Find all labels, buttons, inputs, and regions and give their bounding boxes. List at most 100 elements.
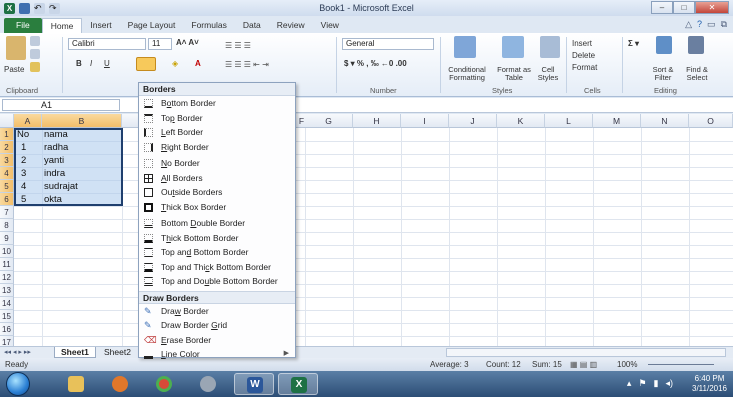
view-buttons-icon[interactable]: ▦ ▤ ▥: [570, 358, 597, 371]
tab-formulas[interactable]: Formulas: [183, 18, 234, 33]
menu-item-top-and-thick-bottom-border[interactable]: Top and Thick Bottom Border: [139, 260, 295, 275]
conditional-formatting-button[interactable]: Conditional Formatting: [444, 66, 490, 82]
font-color-icon[interactable]: A: [195, 59, 201, 68]
taskbar-app[interactable]: [188, 373, 228, 395]
accounting-format-icon[interactable]: $ ▾ % , ‰ ←0 .00: [344, 59, 407, 68]
taskbar-explorer[interactable]: [56, 373, 96, 395]
row-header[interactable]: 7: [0, 206, 14, 219]
menu-item-bottom-double-border[interactable]: Bottom Double Border: [139, 216, 295, 231]
row-header[interactable]: 12: [0, 271, 14, 284]
font-size-box[interactable]: 11: [148, 38, 172, 50]
cell-styles-icon[interactable]: [540, 36, 560, 58]
grow-font-icon[interactable]: A˄ A˅: [176, 38, 199, 47]
copy-icon[interactable]: [30, 49, 40, 59]
zoom-level[interactable]: 100%: [617, 358, 637, 371]
insert-cells-button[interactable]: Insert: [572, 39, 592, 48]
format-as-table-button[interactable]: Format as Table: [494, 66, 534, 82]
borders-dropdown-button[interactable]: [136, 57, 156, 71]
workbook-restore-icon[interactable]: ⧉: [721, 19, 727, 30]
row-header[interactable]: 9: [0, 232, 14, 245]
column-header-i[interactable]: I: [401, 114, 449, 128]
tab-home[interactable]: Home: [41, 18, 83, 33]
row-header[interactable]: 15: [0, 310, 14, 323]
menu-item-right-border[interactable]: Right Border: [139, 140, 295, 155]
cut-icon[interactable]: [30, 36, 40, 46]
tab-view[interactable]: View: [313, 18, 347, 33]
format-as-table-icon[interactable]: [502, 36, 524, 58]
taskbar-firefox[interactable]: [100, 373, 140, 395]
fill-color-icon[interactable]: ◈: [172, 59, 178, 68]
sort-filter-icon[interactable]: [656, 36, 672, 54]
menu-item-left-border[interactable]: Left Border: [139, 125, 295, 140]
font-name-box[interactable]: Calibri: [68, 38, 146, 50]
tab-data[interactable]: Data: [235, 18, 269, 33]
column-header-k[interactable]: K: [497, 114, 545, 128]
menu-item-top-border[interactable]: Top Border: [139, 111, 295, 126]
column-header-o[interactable]: O: [689, 114, 733, 128]
menu-item-thick-box-border[interactable]: Thick Box Border: [139, 200, 295, 215]
cell-b3[interactable]: yanti: [44, 154, 64, 167]
column-header-m[interactable]: M: [593, 114, 641, 128]
cell-b6[interactable]: okta: [44, 193, 62, 206]
row-header[interactable]: 6: [0, 193, 14, 206]
volume-icon[interactable]: ◂): [665, 378, 673, 389]
sheet-nav-arrows-icon[interactable]: ◂◂ ◂ ▸ ▸▸: [4, 347, 31, 358]
align-top-icon[interactable]: ☰ ☰ ☰: [225, 41, 251, 50]
cell-b2[interactable]: radha: [44, 141, 68, 154]
format-painter-icon[interactable]: [30, 62, 40, 72]
row-header[interactable]: 14: [0, 297, 14, 310]
menu-item-bottom-border[interactable]: Bottom Border: [139, 96, 295, 111]
cell-a6[interactable]: 5: [21, 193, 26, 206]
zoom-slider[interactable]: [648, 364, 714, 365]
show-hidden-icons-icon[interactable]: ▴: [627, 378, 632, 389]
horizontal-scrollbar[interactable]: [446, 348, 726, 357]
system-clock[interactable]: 6:40 PM 3/11/2016: [692, 374, 727, 394]
row-header[interactable]: 10: [0, 245, 14, 258]
paste-icon[interactable]: [6, 36, 26, 60]
find-select-button[interactable]: Find & Select: [680, 66, 714, 82]
paste-button[interactable]: Paste: [4, 65, 24, 74]
taskbar-chrome[interactable]: [144, 373, 184, 395]
network-icon[interactable]: ▮: [654, 378, 659, 389]
row-header[interactable]: 2: [0, 141, 14, 154]
menu-item-outside-borders[interactable]: Outside Borders: [139, 185, 295, 200]
row-header[interactable]: 3: [0, 154, 14, 167]
cell-a2[interactable]: 1: [21, 141, 26, 154]
row-header[interactable]: 1: [0, 128, 14, 141]
menu-item-draw-border-grid[interactable]: ✎ Draw Border Grid: [139, 318, 295, 333]
close-button[interactable]: ✕: [695, 1, 729, 14]
cell-a4[interactable]: 3: [21, 167, 26, 180]
sheet-tab-sheet2[interactable]: Sheet2: [98, 347, 137, 358]
cell-b4[interactable]: indra: [44, 167, 65, 180]
row-header[interactable]: 13: [0, 284, 14, 297]
help-icon[interactable]: ?: [697, 19, 702, 30]
delete-cells-button[interactable]: Delete: [572, 51, 595, 60]
cell-a3[interactable]: 2: [21, 154, 26, 167]
italic-icon[interactable]: I: [90, 59, 92, 68]
ribbon-minimize-icon[interactable]: △: [685, 19, 692, 30]
cell-a1[interactable]: No: [17, 128, 29, 141]
column-header-g[interactable]: G: [305, 114, 353, 128]
row-header[interactable]: 16: [0, 323, 14, 336]
tab-page-layout[interactable]: Page Layout: [120, 18, 184, 33]
maximize-button[interactable]: □: [673, 1, 695, 14]
column-header-b[interactable]: B: [42, 114, 122, 128]
menu-item-no-border[interactable]: No Border: [139, 156, 295, 171]
cell-a5[interactable]: 4: [21, 180, 26, 193]
autosum-icon[interactable]: Σ ▾: [628, 39, 639, 48]
find-select-icon[interactable]: [688, 36, 704, 54]
menu-item-line-color[interactable]: Line Color ▶: [139, 347, 295, 362]
tab-insert[interactable]: Insert: [82, 18, 119, 33]
cell-b1[interactable]: nama: [44, 128, 68, 141]
column-header-a[interactable]: A: [14, 114, 42, 128]
row-header[interactable]: 5: [0, 180, 14, 193]
name-box[interactable]: A1: [2, 99, 120, 111]
conditional-formatting-icon[interactable]: [454, 36, 476, 58]
column-header-l[interactable]: L: [545, 114, 593, 128]
bold-icon[interactable]: B: [76, 59, 82, 68]
flag-icon[interactable]: ⚑: [638, 378, 646, 389]
cell-b5[interactable]: sudrajat: [44, 180, 78, 193]
menu-item-top-and-bottom-border[interactable]: Top and Bottom Border: [139, 245, 295, 260]
select-all-corner[interactable]: [0, 114, 14, 128]
sheet-tab-sheet1[interactable]: Sheet1: [54, 347, 96, 358]
